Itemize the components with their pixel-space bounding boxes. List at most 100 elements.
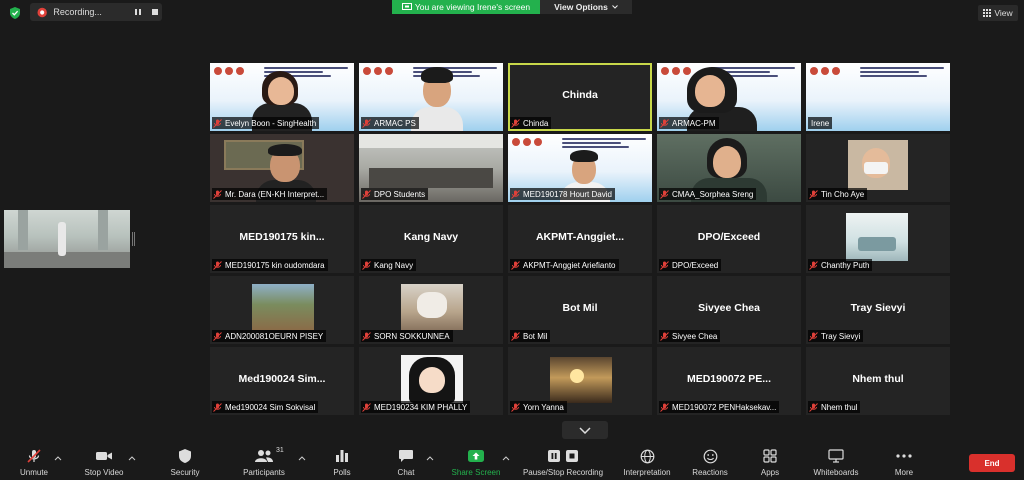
participant-tile[interactable]: MED190175 kin... MED190175 kin oudomdara: [210, 205, 354, 273]
mic-muted-icon: [27, 449, 41, 463]
participant-tile[interactable]: ADN200081OEURN PISEY: [210, 276, 354, 344]
apps-button[interactable]: Apps: [756, 445, 784, 479]
stop-icon: [152, 9, 159, 15]
participant-display-name: Tray Sievyi: [850, 302, 906, 314]
participant-tile[interactable]: MED190234 KIM PHALLY: [359, 347, 503, 415]
participant-name-label: DPO Students: [361, 188, 429, 200]
participant-tile[interactable]: SORN SOKKUNNEA: [359, 276, 503, 344]
viewing-screen-label: You are viewing Irene's screen: [414, 2, 531, 12]
thumbnail-detail: [98, 210, 108, 250]
participant-tile[interactable]: MED190178 Hourt David: [508, 134, 652, 202]
unmute-button[interactable]: Unmute: [14, 445, 54, 479]
security-button[interactable]: Security: [164, 445, 206, 479]
participant-tile[interactable]: Sivyee Chea Sivyee Chea: [657, 276, 801, 344]
shared-screen-thumbnail[interactable]: [4, 210, 130, 268]
mic-muted-icon: [660, 331, 669, 341]
video-camera-icon: [96, 452, 112, 460]
next-page-button[interactable]: [562, 421, 608, 439]
whiteboards-button[interactable]: Whiteboards: [808, 445, 864, 479]
participant-tile[interactable]: Tray Sievyi Tray Sievyi: [806, 276, 950, 344]
participant-name-label: Yorn Yanna: [510, 401, 567, 413]
participant-name-label: MED190072 PENHaksekav...: [659, 401, 780, 413]
participant-tile[interactable]: Mr. Dara (EN-KH Interpret...: [210, 134, 354, 202]
participant-video: [695, 75, 725, 107]
participant-video: [268, 77, 294, 105]
participant-name-label: Tin Cho Aye: [808, 188, 868, 200]
pause-icon: [548, 450, 560, 462]
participant-video: [268, 144, 302, 156]
thumbnail-detail: [4, 252, 130, 268]
thumbnail-detail: [18, 210, 28, 250]
panel-resize-handle[interactable]: [132, 232, 135, 246]
participant-tile[interactable]: CMAA_Sorphea Sreng: [657, 134, 801, 202]
participant-tile[interactable]: Yorn Yanna: [508, 347, 652, 415]
participant-display-name: MED190175 kin...: [239, 231, 325, 243]
pause-stop-recording-button[interactable]: Pause/Stop Recording: [516, 445, 610, 479]
interpretation-button[interactable]: Interpretation: [618, 445, 676, 479]
participant-tile[interactable]: MED190072 PE... MED190072 PENHaksekav...: [657, 347, 801, 415]
shield-icon: [179, 449, 191, 463]
globe-icon: [640, 449, 654, 463]
share-screen-icon: [468, 450, 484, 462]
thumbnail-detail: [58, 222, 66, 256]
participant-profile-picture: [864, 162, 888, 174]
screen-share-icon: [401, 3, 412, 10]
chevron-down-icon: [611, 5, 618, 9]
more-button[interactable]: More: [890, 445, 918, 479]
apps-icon: [763, 449, 777, 463]
participant-name-label: Bot Mil: [510, 330, 551, 342]
mic-muted-icon: [809, 331, 818, 341]
chevron-up-icon[interactable]: [502, 455, 510, 461]
view-button[interactable]: View: [978, 5, 1018, 21]
participant-name-label: SORN SOKKUNNEA: [361, 330, 453, 342]
participant-profile-picture: [419, 367, 445, 393]
mic-muted-icon: [809, 189, 818, 199]
participant-tile-active-speaker[interactable]: Chinda Chinda: [508, 63, 652, 131]
participant-tile[interactable]: Bot Mil Bot Mil: [508, 276, 652, 344]
participant-profile-picture: [570, 369, 584, 383]
participant-name-label: DPO/Exceed: [659, 259, 722, 271]
mic-muted-icon: [362, 402, 371, 412]
mic-muted-icon: [660, 260, 669, 270]
chevron-up-icon[interactable]: [298, 455, 306, 461]
participant-name-label: MED190175 kin oudomdara: [212, 259, 328, 271]
share-screen-button[interactable]: Share Screen: [448, 445, 504, 479]
mic-muted-icon: [213, 260, 222, 270]
view-options-button[interactable]: View Options: [540, 0, 632, 14]
participant-tile[interactable]: DPO Students: [359, 134, 503, 202]
chevron-down-icon: [579, 426, 591, 434]
mic-muted-icon: [213, 331, 222, 341]
participant-video: [359, 134, 503, 148]
end-meeting-button[interactable]: End: [969, 454, 1015, 472]
participant-tile[interactable]: ARMAC PS: [359, 63, 503, 131]
participant-video: [570, 150, 598, 162]
participant-name-label: ARMAC-PM: [659, 117, 719, 129]
participant-tile[interactable]: ARMAC-PM: [657, 63, 801, 131]
chat-button[interactable]: Chat: [390, 445, 422, 479]
slide-logos: [810, 67, 850, 75]
participant-tile[interactable]: Tin Cho Aye: [806, 134, 950, 202]
participant-display-name: Nhem thul: [852, 373, 904, 385]
mic-muted-icon: [213, 402, 222, 412]
mic-muted-icon: [213, 189, 222, 199]
participant-display-name: Chinda: [562, 89, 598, 101]
chevron-up-icon[interactable]: [426, 455, 434, 461]
reactions-button[interactable]: Reactions: [688, 445, 732, 479]
stop-recording-button[interactable]: [149, 6, 162, 18]
participant-name-label: MED190234 KIM PHALLY: [361, 401, 471, 413]
participant-tile[interactable]: Med190024 Sim... Med190024 Sim Sokvisal: [210, 347, 354, 415]
participant-tile[interactable]: AKPMT-Anggiet... AKPMT-Anggiet Ariefiant…: [508, 205, 652, 273]
participant-tile[interactable]: DPO/Exceed DPO/Exceed: [657, 205, 801, 273]
participant-tile[interactable]: Nhem thul Nhem thul: [806, 347, 950, 415]
participant-name-label: CMAA_Sorphea Sreng: [659, 188, 757, 200]
participant-tile[interactable]: Kang Navy Kang Navy: [359, 205, 503, 273]
shield-icon[interactable]: [8, 6, 22, 20]
pause-recording-button[interactable]: [132, 6, 145, 18]
stop-video-button[interactable]: Stop Video: [78, 445, 130, 479]
participant-tile[interactable]: Evelyn Boon - SingHealth: [210, 63, 354, 131]
participant-tile[interactable]: Irene: [806, 63, 950, 131]
participant-tile[interactable]: Chanthy Puth: [806, 205, 950, 273]
polls-button[interactable]: Polls: [326, 445, 358, 479]
chevron-up-icon[interactable]: [128, 455, 136, 461]
chevron-up-icon[interactable]: [54, 455, 62, 461]
